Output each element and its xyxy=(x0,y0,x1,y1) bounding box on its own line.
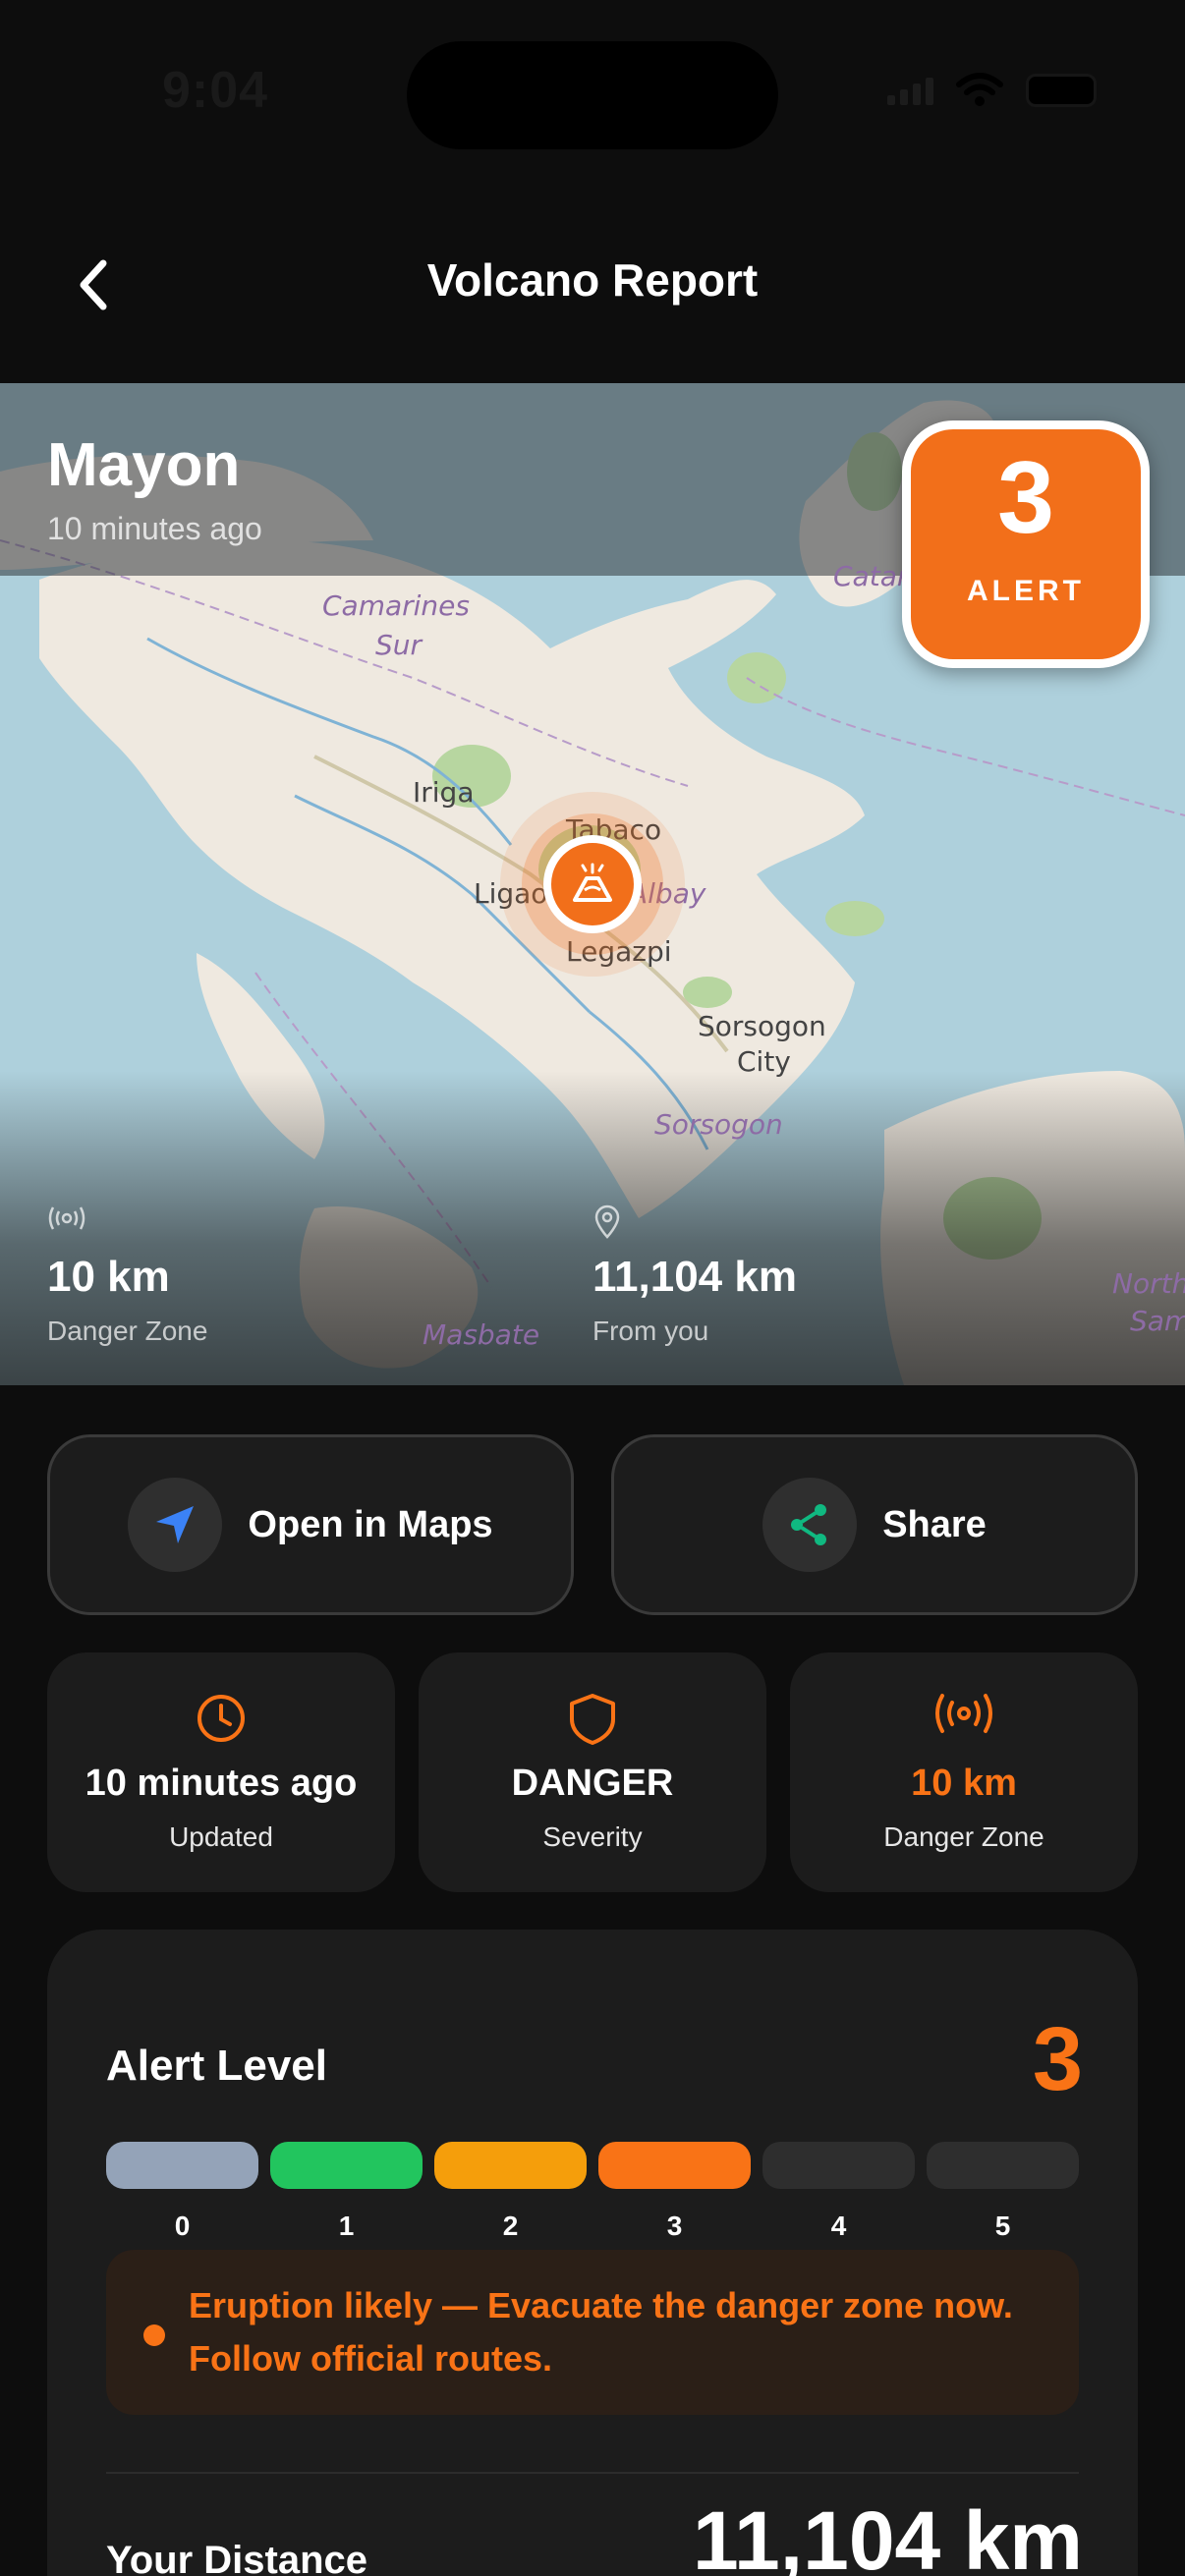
stat-updated-label: Updated xyxy=(169,1821,273,1852)
alert-badge-label: ALERT xyxy=(967,575,1085,607)
alert-message-text: Eruption likely — Evacuate the danger zo… xyxy=(189,2285,1013,2379)
status-bar: 9:04 xyxy=(0,0,1185,167)
alert-level-bar xyxy=(762,2142,915,2189)
map-place-label: Samar xyxy=(1130,1305,1185,1337)
alert-level-step-label: 5 xyxy=(994,2211,1011,2241)
alert-level-bar xyxy=(927,2142,1079,2189)
map-place-label: Iriga xyxy=(413,776,475,809)
alert-level-step-label: 0 xyxy=(174,2211,191,2241)
map-place-label: Masbate xyxy=(423,1318,540,1351)
alert-level-step: 2 xyxy=(434,2142,587,2242)
alert-level-step-label: 4 xyxy=(830,2211,847,2241)
stat-card-severity: DANGER Severity xyxy=(419,1652,766,1892)
alert-level-step: 1 xyxy=(270,2142,423,2242)
alert-badge-number: 3 xyxy=(997,441,1054,555)
volcano-marker[interactable] xyxy=(543,835,642,933)
broadcast-icon xyxy=(47,1204,207,1239)
alert-level-scale: 0 1 2 3 4 5 xyxy=(106,2142,1079,2242)
open-in-maps-label: Open in Maps xyxy=(248,1503,493,1545)
alert-dot-icon xyxy=(143,2324,165,2346)
map-place-label: Sorsogon xyxy=(698,1010,826,1042)
alert-level-step-label: 2 xyxy=(502,2211,519,2241)
your-distance-label: Your Distance xyxy=(106,2539,367,2576)
map-stat-danger-zone: 10 km Danger Zone xyxy=(47,1204,207,1347)
alert-level-bar xyxy=(434,2142,587,2189)
map-place-label: Sorsogon xyxy=(654,1108,783,1141)
alert-level-number: 3 xyxy=(1032,2009,1083,2109)
alert-level-step: 0 xyxy=(106,2142,258,2242)
stat-card-updated: 10 minutes ago Updated xyxy=(47,1652,395,1892)
navigation-icon-container xyxy=(128,1478,223,1572)
shield-icon xyxy=(419,1692,766,1751)
alert-level-bar xyxy=(270,2142,423,2189)
map-stat-distance: 11,104 km From you xyxy=(592,1204,797,1347)
location-pin-icon xyxy=(592,1204,797,1239)
share-icon xyxy=(791,1504,827,1545)
broadcast-icon xyxy=(790,1692,1138,1751)
alert-level-step: 4 xyxy=(762,2142,915,2242)
danger-zone-label: Danger Zone xyxy=(47,1316,208,1346)
open-in-maps-button[interactable]: Open in Maps xyxy=(47,1434,574,1615)
clock-icon xyxy=(47,1692,395,1751)
divider xyxy=(106,2472,1079,2474)
cellular-signal-icon xyxy=(887,76,933,105)
map-place-label: Ligao xyxy=(474,877,548,910)
stat-severity-value: DANGER xyxy=(511,1763,674,1804)
alert-level-step: 3 xyxy=(598,2142,751,2242)
alert-level-badge: 3 ALERT xyxy=(902,420,1150,668)
distance-label: From you xyxy=(592,1316,709,1346)
header: Volcano Report xyxy=(0,226,1185,344)
page-title: Volcano Report xyxy=(426,254,759,306)
navigation-arrow-icon xyxy=(156,1506,195,1543)
stat-severity-label: Severity xyxy=(542,1821,643,1852)
alert-level-card: Alert Level 3 0 1 2 3 4 5 Eruption likel xyxy=(47,1930,1138,2576)
alert-level-step-label: 1 xyxy=(338,2211,355,2241)
alert-level-bar xyxy=(106,2142,258,2189)
status-time: 9:04 xyxy=(162,62,269,119)
volcano-map[interactable]: Camarines Sur Iriga Tabaco Ligao Albay L… xyxy=(0,383,1185,1385)
volcano-updated-time: 10 minutes ago xyxy=(47,511,262,546)
alert-level-bar xyxy=(598,2142,751,2189)
volcano-icon xyxy=(573,863,612,902)
alert-level-step-label: 3 xyxy=(666,2211,683,2241)
wifi-icon xyxy=(956,73,1003,106)
volcano-name: Mayon xyxy=(47,431,241,499)
battery-icon xyxy=(1026,74,1097,107)
alert-message: Eruption likely — Evacuate the danger zo… xyxy=(106,2250,1079,2415)
danger-zone-value: 10 km xyxy=(47,1253,170,1301)
distance-value: 11,104 km xyxy=(592,1253,797,1301)
share-icon-container xyxy=(762,1478,858,1572)
stat-card-danger-zone: 10 km Danger Zone xyxy=(790,1652,1138,1892)
map-place-label: North xyxy=(1112,1267,1185,1300)
dynamic-island xyxy=(407,41,778,149)
share-label: Share xyxy=(882,1503,987,1545)
map-place-label: Sur xyxy=(375,629,423,661)
map-place-label: Legazpi xyxy=(566,935,672,968)
map-place-label: Camarines xyxy=(322,589,470,622)
stat-danger-zone-value: 10 km xyxy=(911,1763,1017,1804)
alert-level-step: 5 xyxy=(927,2142,1079,2242)
stat-danger-zone-label: Danger Zone xyxy=(883,1821,1044,1852)
map-place-label: City xyxy=(737,1045,791,1078)
your-distance-value: 11,104 km xyxy=(692,2494,1083,2576)
alert-level-title: Alert Level xyxy=(106,2042,327,2090)
share-button[interactable]: Share xyxy=(611,1434,1138,1615)
status-icons xyxy=(887,73,1097,108)
stat-updated-value: 10 minutes ago xyxy=(85,1763,358,1804)
